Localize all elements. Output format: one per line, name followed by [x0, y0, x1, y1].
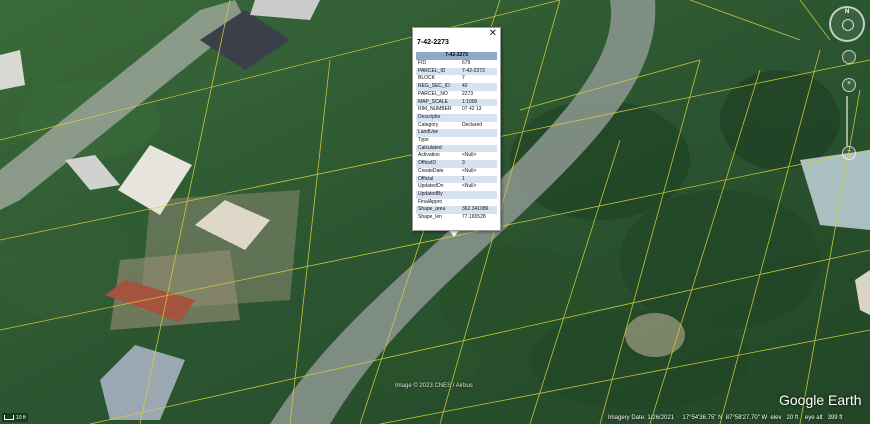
attribute-key: Shape_area	[416, 206, 460, 215]
attribute-value: <Null>	[462, 167, 477, 174]
attribute-value: 362.341086	[460, 206, 497, 215]
latitude-readout: 17°54'36.75" N	[682, 415, 723, 421]
popup-title: 7-42-2273	[417, 39, 449, 46]
attribute-row: Activation <Null>	[416, 152, 497, 160]
attribute-row: MAP_SCALE 1:1000	[416, 98, 497, 107]
attribute-row: Calculated	[416, 144, 497, 153]
attribute-value	[460, 129, 497, 138]
attribute-row: FinalAppro	[416, 199, 497, 207]
zoom-slider[interactable]	[846, 96, 848, 146]
attribute-table-body: FID 679 PARCEL_ID 7-42-2273 BLOCK 7 REG_SEC_ID…	[416, 60, 497, 222]
eye-alt-label: eye alt	[804, 415, 823, 421]
attribute-value: 42	[460, 83, 497, 91]
attribute-key: Calculated	[416, 144, 460, 153]
attribute-row: CreateDate <Null>	[416, 168, 497, 176]
attribute-row: Type	[416, 137, 497, 145]
zoom-out-label: −	[846, 148, 852, 155]
eye-alt-readout: 399 ft	[827, 415, 843, 421]
attribute-row: FID 679	[416, 60, 497, 68]
status-bar: Imagery Date: 1/26/2021 17°54'36.75" N 8…	[608, 415, 843, 421]
move-joystick-icon[interactable]	[842, 50, 856, 64]
attribute-value: 1:1000	[460, 98, 497, 107]
attribute-key: PARCEL_ID	[416, 67, 460, 76]
attribute-row: Shape_area 362.341086	[416, 206, 497, 215]
attribute-key: UpdatedBy	[416, 190, 460, 199]
attribute-value: 1	[460, 175, 497, 184]
scale-indicator: 10 ft	[2, 413, 28, 422]
attribute-value	[460, 144, 497, 153]
attribute-row: LandUse	[416, 129, 497, 138]
attribute-row: UpdatedBy	[416, 190, 497, 199]
attribute-key: OfficeID	[416, 160, 460, 168]
compass-north-label: N	[845, 9, 850, 15]
attribute-table: 7-42-2273 FID 679 PARCEL_ID 7-42-2273 BLOCK 7…	[416, 52, 497, 222]
attribute-key: Activation	[418, 152, 440, 159]
attribute-value: 2273	[462, 90, 474, 97]
google-earth-logo: Google Earth	[779, 392, 862, 408]
zoom-out-button[interactable]: −	[842, 146, 856, 160]
attribute-table-header: 7-42-2273	[416, 52, 497, 60]
imagery-copyright: Image © 2023 CNES / Airbus	[395, 383, 473, 389]
attribute-value	[460, 199, 497, 207]
compass-hub	[842, 19, 854, 31]
longitude-readout: 87°58'27.70" W	[725, 415, 768, 421]
attribute-value: Declared	[462, 121, 483, 128]
elevation-label: elev	[770, 415, 782, 421]
attribute-value: 7	[462, 75, 465, 82]
attribute-key: RIM_NUMBER	[418, 106, 452, 113]
attribute-key: Descriptio	[416, 113, 460, 122]
attribute-row: REG_SEC_ID 42	[416, 83, 497, 91]
attribute-value: 07 42 13	[462, 106, 482, 113]
scale-label: 10 ft	[16, 414, 26, 421]
attribute-value: 3	[460, 160, 497, 168]
attribute-row: Shape_len 77.165528	[416, 214, 497, 222]
attribute-row: RIM_NUMBER 07 42 13	[416, 106, 497, 114]
attribute-key: Type	[418, 137, 429, 144]
attribute-row: UpdatedOn <Null>	[416, 183, 497, 191]
navigation-controls: N + −	[829, 6, 867, 160]
attribute-value	[460, 113, 497, 122]
attribute-value: 679	[462, 60, 471, 66]
attribute-key: FinalAppro	[418, 198, 443, 205]
attribute-key: MAP_SCALE	[416, 98, 460, 107]
zoom-in-label: +	[846, 80, 852, 87]
parcel-info-popup: 7-42-2273 ✕ 7-42-2273 FID 679 PARCEL_ID 7-4…	[412, 27, 501, 231]
attribute-value: <Null>	[462, 183, 477, 190]
attribute-key: CreateDate	[418, 167, 444, 174]
attribute-value: 77.165528	[462, 214, 486, 221]
attribute-row: Category Declared	[416, 122, 497, 130]
attribute-value	[460, 190, 497, 199]
attribute-key: BLOCK	[418, 75, 435, 82]
scale-bar	[4, 415, 14, 420]
attribute-key: REG_SEC_ID	[416, 83, 460, 91]
attribute-key: UpdatedOn	[418, 183, 444, 190]
attribute-key: Category	[418, 121, 439, 128]
attribute-key: FID	[418, 60, 427, 66]
imagery-date: Imagery Date: 1/26/2021	[608, 415, 675, 421]
look-joystick-icon[interactable]: N	[829, 6, 865, 42]
attribute-row: Official 1	[416, 175, 497, 184]
attribute-key: LandUse	[416, 129, 460, 138]
close-icon[interactable]: ✕	[489, 29, 497, 39]
attribute-row: PARCEL_NO 2273	[416, 91, 497, 99]
attribute-row: Descriptio	[416, 113, 497, 122]
elevation-readout: 20 ft	[786, 415, 799, 421]
attribute-row: BLOCK 7	[416, 75, 497, 83]
attribute-key: Official	[416, 175, 460, 184]
attribute-value: <Null>	[462, 152, 477, 159]
attribute-key: PARCEL_NO	[418, 90, 448, 97]
attribute-key: Shape_len	[418, 214, 442, 221]
zoom-in-button[interactable]: +	[842, 78, 856, 92]
attribute-value	[460, 137, 497, 145]
attribute-row: OfficeID 3	[416, 160, 497, 168]
attribute-row: PARCEL_ID 7-42-2273	[416, 67, 497, 76]
attribute-value: 7-42-2273	[460, 67, 497, 76]
